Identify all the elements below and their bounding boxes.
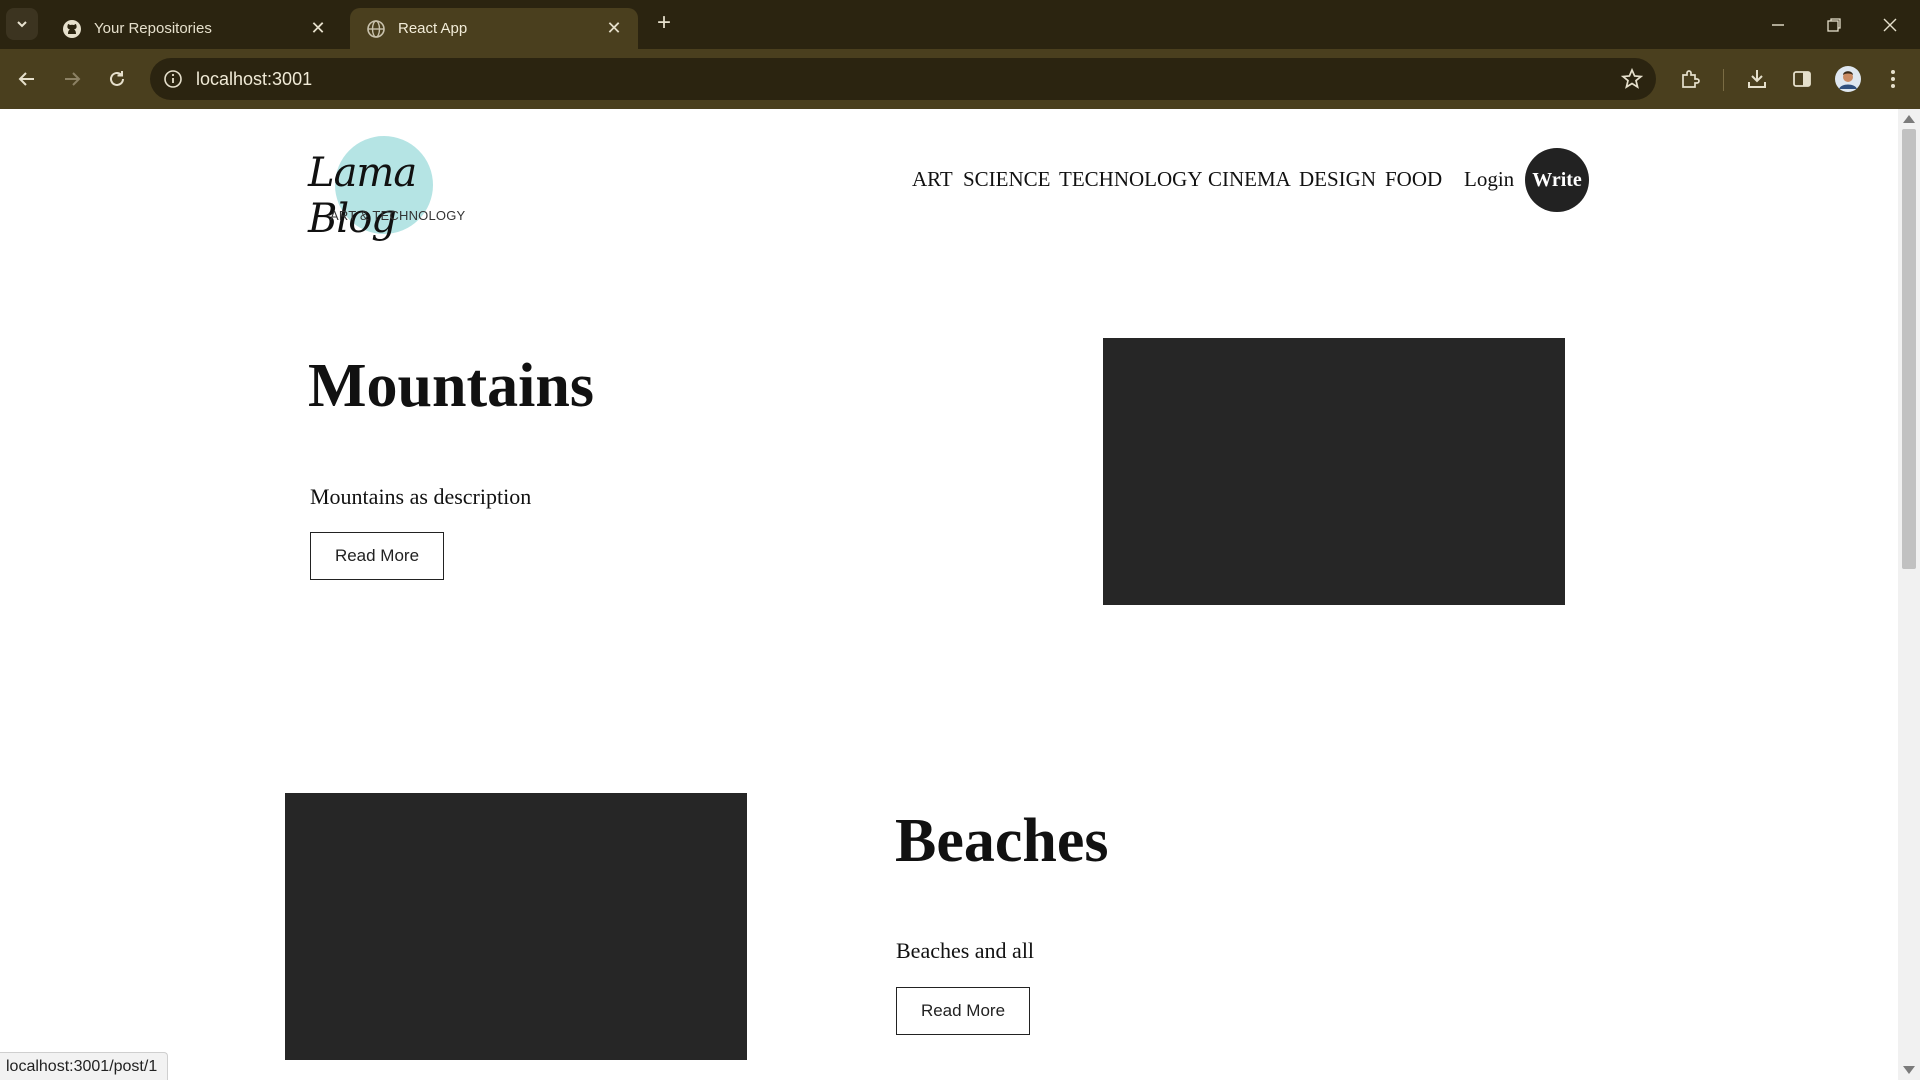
scroll-down-arrow-icon[interactable] — [1903, 1066, 1915, 1074]
toolbar-divider — [1723, 69, 1724, 91]
read-more-button[interactable]: Read More — [896, 987, 1030, 1035]
bookmark-star-icon[interactable] — [1620, 67, 1644, 91]
profile-avatar[interactable] — [1833, 64, 1863, 94]
address-bar[interactable]: localhost:3001 — [150, 58, 1656, 100]
logo-title: Lama Blog — [308, 150, 417, 242]
post-title[interactable]: Mountains — [308, 351, 594, 422]
more-menu-icon[interactable] — [1878, 64, 1908, 94]
tab-search-button[interactable] — [6, 8, 38, 40]
side-panel-icon[interactable] — [1787, 64, 1817, 94]
github-icon — [62, 19, 82, 39]
login-link[interactable]: Login — [1464, 167, 1514, 192]
tab-your-repositories[interactable]: Your Repositories ✕ — [46, 8, 342, 49]
post-image — [1103, 338, 1565, 605]
extensions-puzzle-icon[interactable] — [1675, 64, 1705, 94]
chevron-down-icon — [17, 21, 27, 28]
back-arrow-icon[interactable] — [10, 62, 44, 96]
tab-title: Your Repositories — [94, 20, 212, 37]
page-scrollbar[interactable] — [1898, 109, 1920, 1080]
nav-link-food[interactable]: FOOD — [1385, 167, 1442, 192]
globe-icon — [366, 19, 386, 39]
post-description: Mountains as description — [310, 484, 532, 509]
post-description: Beaches and all — [896, 938, 1035, 963]
post-image — [285, 793, 747, 1060]
link-status-bar: localhost:3001/post/1 — [0, 1052, 169, 1080]
site-info-icon[interactable] — [162, 68, 184, 90]
minimize-icon[interactable] — [1750, 0, 1806, 49]
forward-arrow-icon[interactable] — [55, 62, 89, 96]
browser-tab-bar: Your Repositories ✕ React App ✕ + — [0, 0, 1920, 49]
post-title[interactable]: Beaches — [895, 806, 1109, 877]
nav-link-science[interactable]: SCIENCE — [963, 167, 1051, 192]
nav-link-cinema[interactable]: CINEMA — [1208, 167, 1291, 192]
nav-link-art[interactable]: ART — [912, 167, 953, 192]
close-window-icon[interactable] — [1862, 0, 1918, 49]
site-logo[interactable]: Lama Blog ART & TECHNOLOGY — [308, 126, 468, 242]
close-tab-icon[interactable]: ✕ — [604, 18, 624, 39]
scrollbar-thumb[interactable] — [1902, 129, 1916, 569]
url-text[interactable]: localhost:3001 — [196, 58, 312, 100]
read-more-button[interactable]: Read More — [310, 532, 444, 580]
scroll-up-arrow-icon[interactable] — [1903, 115, 1915, 123]
download-icon[interactable] — [1742, 64, 1772, 94]
tab-react-app[interactable]: React App ✕ — [350, 8, 638, 49]
close-tab-icon[interactable]: ✕ — [308, 18, 328, 39]
browser-toolbar: localhost:3001 — [0, 49, 1920, 109]
nav-link-design[interactable]: DESIGN — [1299, 167, 1376, 192]
tab-title: React App — [398, 20, 468, 37]
nav-link-technology[interactable]: TECHNOLOGY — [1059, 167, 1202, 192]
restore-icon[interactable] — [1806, 0, 1862, 49]
reload-icon[interactable] — [100, 62, 134, 96]
page-viewport: Lama Blog ART & TECHNOLOGY ART SCIENCE T… — [0, 109, 1898, 1080]
new-tab-plus-icon[interactable]: + — [652, 11, 676, 36]
logo-subtitle: ART & TECHNOLOGY — [330, 208, 466, 223]
write-button[interactable]: Write — [1525, 148, 1589, 212]
